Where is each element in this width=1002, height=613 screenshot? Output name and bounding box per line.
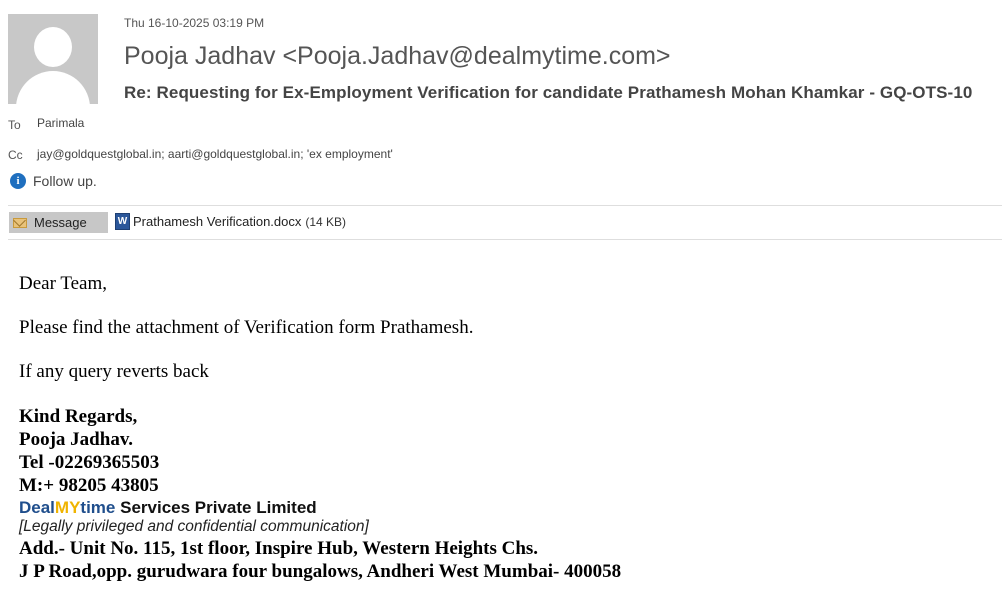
to-recipients[interactable]: Parimala [37,116,84,130]
signature-tel: Tel -02269365503 [19,452,160,473]
body-line-query: If any query reverts back [19,361,209,382]
body-divider [8,239,1002,240]
tab-message[interactable]: Message [9,212,108,233]
company-rest: Services Private Limited [115,498,317,517]
signature-name: Pooja Jadhav. [19,429,134,450]
cc-label: Cc [8,148,23,162]
word-doc-icon: W [115,213,130,230]
greeting: Dear Team, [19,273,107,294]
sender-name[interactable]: Pooja Jadhav <Pooja.Jadhav@dealmytime.co… [124,42,671,71]
legal-notice: [Legally privileged and confidential com… [19,518,369,535]
info-bar: i Follow up. [10,173,97,189]
signature-regards: Kind Regards, [19,406,138,427]
avatar-head [34,27,72,67]
header-divider [8,205,1002,206]
tab-message-label: Message [34,215,87,230]
body-line-attachment: Please find the attachment of Verificati… [19,317,474,338]
info-icon: i [10,173,26,189]
avatar-body [16,71,90,104]
sent-datetime: Thu 16-10-2025 03:19 PM [124,16,265,30]
company-deal: Deal [19,498,55,517]
email-subject: Re: Requesting for Ex-Employment Verific… [124,83,973,102]
company-name: DealMYtime Services Private Limited [19,498,317,518]
company-my: MY [54,498,81,517]
attachment-name: Prathamesh Verification.docx [133,214,302,229]
to-label: To [8,118,21,132]
signature-mobile: M:+ 98205 43805 [19,475,159,496]
sender-avatar [8,14,98,104]
address-line-2: J P Road,opp. gurudwara four bungalows, … [19,561,622,582]
info-text: Follow up. [33,173,97,189]
attachment-item[interactable]: W Prathamesh Verification.docx (14 KB) [115,213,346,230]
cc-recipients[interactable]: jay@goldquestglobal.in; aarti@goldquestg… [37,147,393,161]
attachment-size: (14 KB) [305,214,347,229]
address-line-1: Add.- Unit No. 115, 1st floor, Inspire H… [19,538,539,559]
envelope-icon [13,217,27,228]
company-time: time [80,498,116,517]
